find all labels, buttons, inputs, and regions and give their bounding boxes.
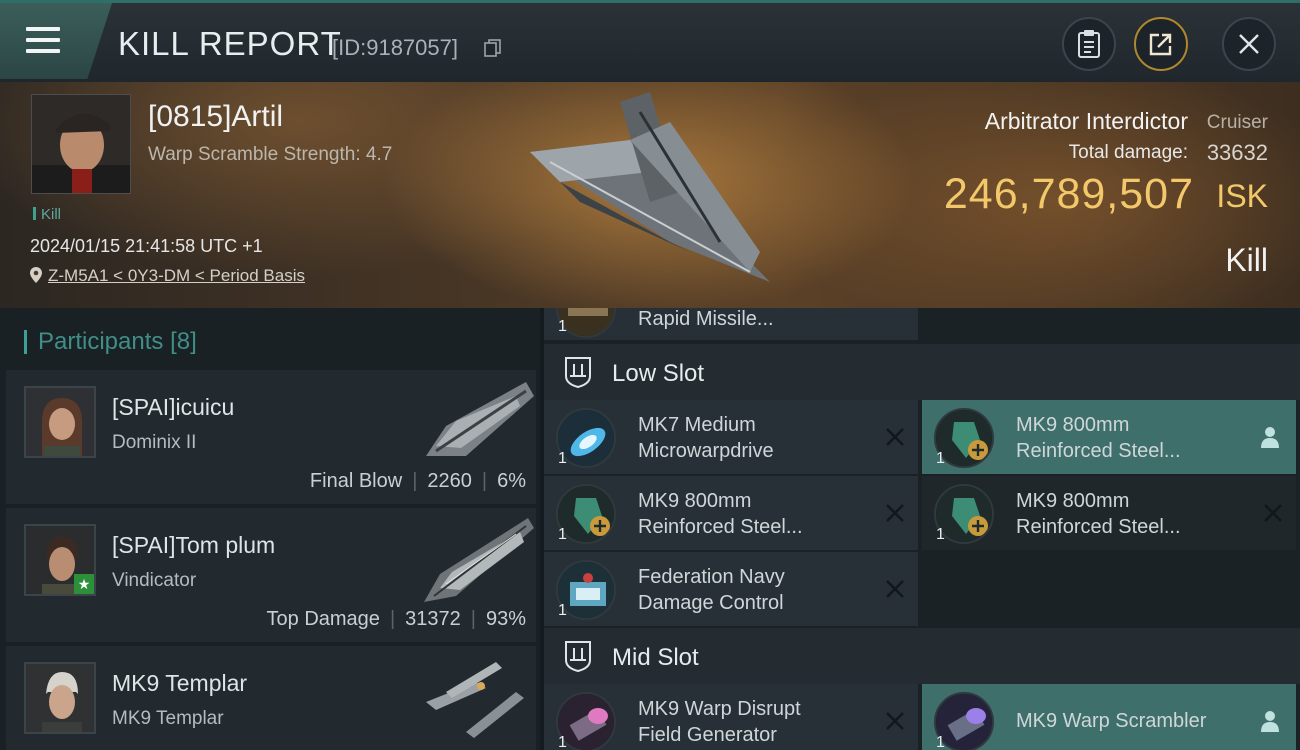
participants-count: [8] [170,328,197,355]
module-name: MK9 800mm Reinforced Steel... [638,490,803,538]
total-damage-value: 33632 [1206,140,1268,165]
participant-damage: 31372 [405,608,461,630]
fitting-panel: 1 Rapid Missile... Low Slot 1 MK7 Medium… [544,308,1300,750]
mid-slot-title: Mid Slot [612,644,699,671]
module-name: Rapid Missile... [638,308,774,330]
participant-name: [SPAI]Tom plum [112,532,276,558]
participant-percent: 93% [485,608,526,630]
close-button[interactable] [1222,17,1276,71]
module-quantity: 1 [558,526,567,543]
warp-scramble-strength: Warp Scramble Strength: 4.7 [148,144,393,165]
module-name: MK9 Warp Scrambler [1016,710,1207,732]
share-icon [1149,33,1172,56]
page-title: KILL REPORT [118,25,342,62]
participant-ship-image [426,662,524,738]
menu-button[interactable] [0,3,112,79]
participant-ship: Dominix II [112,432,197,453]
low-slot-header: Low Slot [544,344,1300,400]
participant-damage: 2260 [427,470,472,492]
hamburger-icon [26,27,60,53]
location-text[interactable]: Z-M5A1 < 0Y3-DM < Period Basis [48,266,305,285]
module-item[interactable]: 1 MK9 800mm Reinforced Steel... [922,476,1296,550]
participant-stats: Top Damage | 31372 | 93% [266,608,526,630]
participant-avatar [24,386,96,458]
module-quantity: 1 [558,602,567,619]
participant-ship-image [424,518,534,602]
participant-row[interactable]: [SPAI]icuicu Dominix II Final Blow | 2260 |… [6,370,536,504]
report-id: [ID:9187057] [332,35,458,60]
kill-summary: [0815]Artil Warp Scramble Strength: 4.7 … [0,82,1300,308]
isk-value: 246,789,507 [943,170,1194,218]
module-item[interactable]: 1 MK9 Warp Disrupt Field Generator [544,684,918,750]
victim-ship-image [530,92,770,282]
location-pin-icon [30,267,42,283]
mid-slot-icon [565,641,591,672]
kill-tag: Kill [33,206,61,223]
participant-role: Final Blow [309,470,403,492]
participant-avatar [24,662,96,734]
module-name: MK9 800mm Reinforced Steel... [1016,414,1181,462]
module-item[interactable]: 1 MK9 800mm Reinforced Steel... [922,400,1296,474]
module-item[interactable]: 1 MK7 Medium Microwarpdrive [544,400,918,474]
victim-name[interactable]: [0815]Artil [148,100,283,134]
module-quantity: 1 [936,734,945,750]
result-label: Kill [1225,242,1268,278]
kill-location[interactable]: Z-M5A1 < 0Y3-DM < Period Basis [30,266,305,286]
module-name: MK9 800mm Reinforced Steel... [1016,490,1181,538]
victim-ship-class: Cruiser [1206,112,1268,133]
clipboard-button[interactable] [1062,17,1116,71]
victim-ship-name[interactable]: Arbitrator Interdictor [985,108,1188,135]
mid-slot-header: Mid Slot [544,628,1300,684]
participant-percent: 6% [497,470,526,492]
module-quantity: 1 [936,450,945,467]
destroyed-x-icon [886,580,904,598]
kill-timestamp: 2024/01/15 21:41:58 UTC +1 [30,236,263,256]
destroyed-x-icon [886,712,904,730]
participant-name: [SPAI]icuicu [112,394,235,420]
participant-name: MK9 Templar [112,670,248,696]
module-item[interactable]: 1 Rapid Missile... [544,308,918,340]
module-quantity: 1 [558,450,567,467]
header-bar: KILL REPORT [ID:9187057] [0,0,1300,82]
participant-stats: Final Blow | 2260 | 6% [309,470,526,492]
destroyed-x-icon [886,504,904,522]
module-item[interactable]: 1 MK9 Warp Scrambler [922,684,1296,750]
participant-ship: Vindicator [112,570,197,591]
destroyed-x-icon [886,428,904,446]
share-button[interactable] [1134,17,1188,71]
low-slot-icon [565,357,591,388]
destroyed-x-icon [1264,504,1282,522]
participant-row[interactable]: ★ [SPAI]Tom plum Vindicator Top Damage | 3… [6,508,536,642]
top-damage-star-icon: ★ [74,574,94,594]
victim-avatar[interactable] [31,94,131,194]
clipboard-icon [1078,30,1100,58]
participant-row[interactable]: MK9 Templar MK9 Templar [6,646,536,750]
low-slot-title: Low Slot [612,360,705,387]
module-name: Federation Navy Damage Control [638,566,785,614]
total-damage-label: Total damage: [1068,142,1188,163]
close-icon [1239,34,1259,54]
module-item[interactable]: 1 MK9 800mm Reinforced Steel... [544,476,918,550]
participants-title: Participants [8] [24,328,197,356]
dropped-user-icon [1261,711,1279,732]
module-name: MK9 Warp Disrupt Field Generator [638,698,801,746]
module-quantity: 1 [936,526,945,543]
isk-unit: ISK [1216,178,1268,214]
module-quantity: 1 [558,318,567,335]
participant-ship: MK9 Templar [112,708,224,729]
participant-role: Top Damage [266,608,380,630]
module-item[interactable]: 1 Federation Navy Damage Control [544,552,918,626]
module-quantity: 1 [558,734,567,750]
dropped-user-icon [1261,427,1279,448]
participant-ship-image [426,382,534,456]
copy-icon[interactable] [484,39,502,57]
participants-panel: Participants [8] [SPAI]icuicu Dominix II… [0,308,540,750]
module-name: MK7 Medium Microwarpdrive [638,414,774,462]
